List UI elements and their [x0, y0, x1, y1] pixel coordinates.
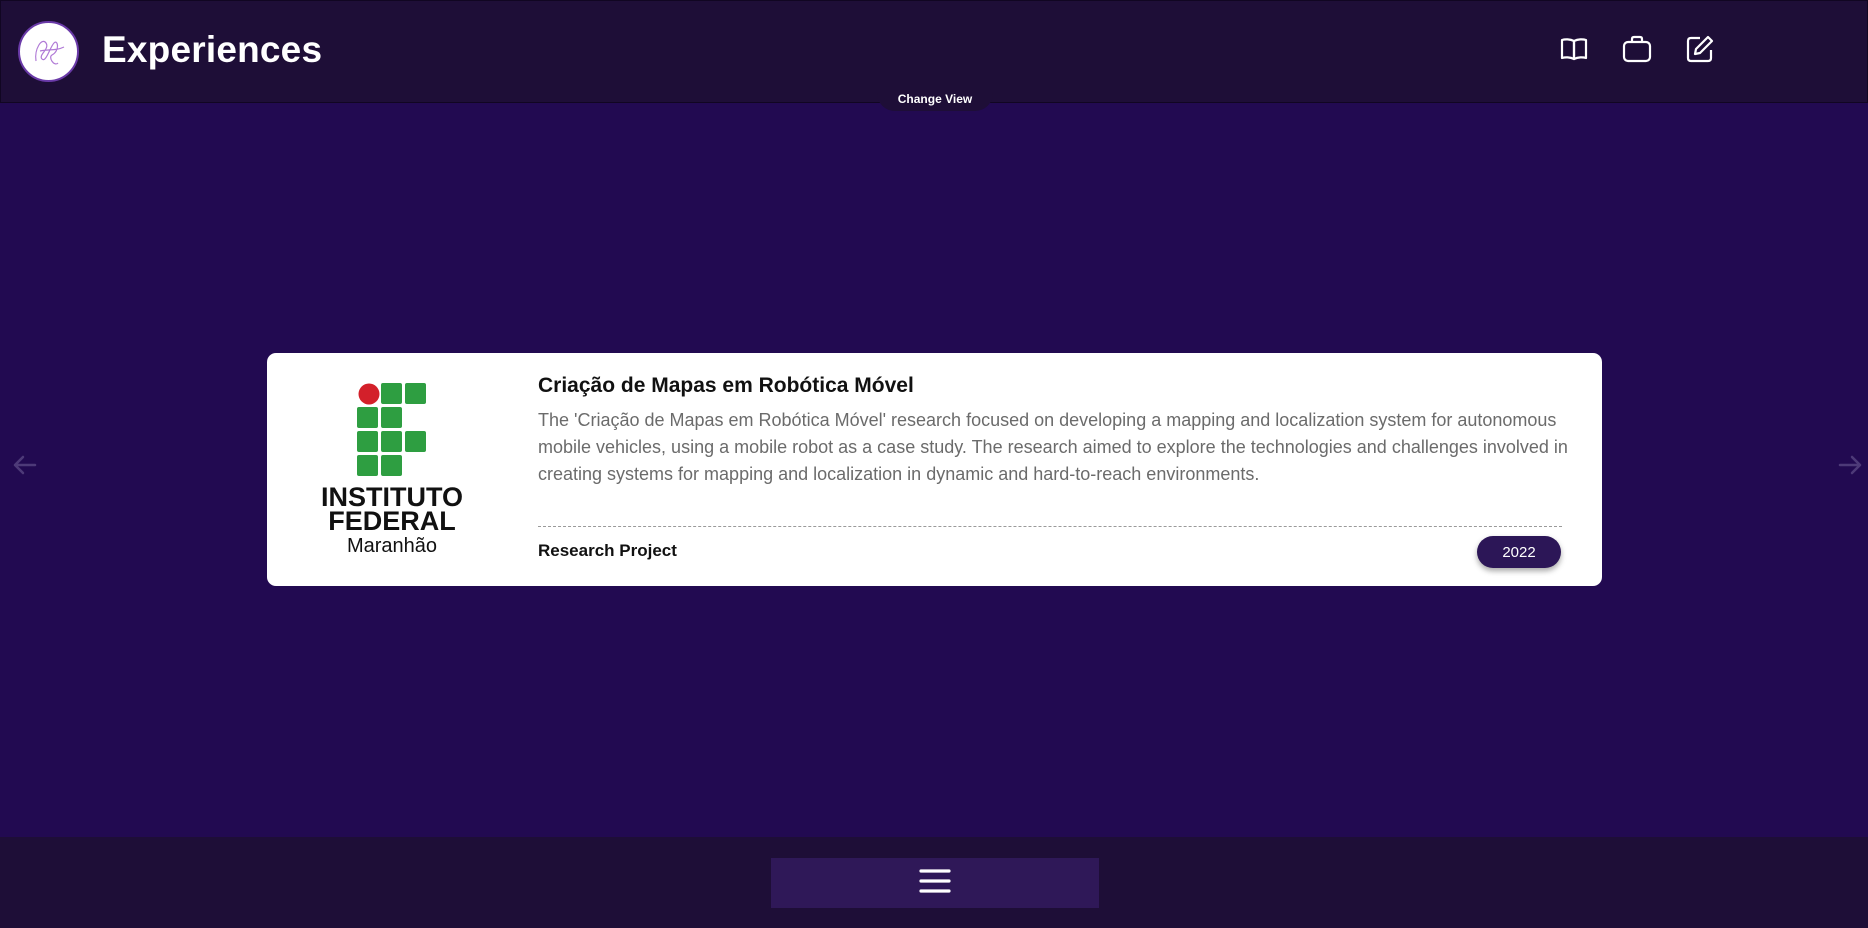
briefcase-icon[interactable]: [1621, 33, 1653, 65]
experience-card[interactable]: INSTITUTO FEDERAL Maranhão Criação de Ma…: [267, 353, 1602, 586]
menu-button[interactable]: [771, 858, 1099, 908]
book-open-icon[interactable]: [1558, 33, 1590, 65]
logo-line-3: Maranhão: [347, 535, 437, 557]
edit-note-icon[interactable]: [1684, 33, 1716, 65]
experience-title: Criação de Mapas em Robótica Móvel: [538, 374, 914, 397]
experience-description: The 'Criação de Mapas em Robótica Móvel'…: [538, 410, 1568, 484]
hamburger-menu-icon: [918, 867, 952, 900]
experience-type: Research Project: [538, 541, 677, 560]
institute-logo: INSTITUTO FEDERAL Maranhão: [317, 381, 467, 561]
bottom-bar: [0, 837, 1868, 928]
change-view-button[interactable]: Change View: [877, 87, 993, 111]
divider: [538, 526, 1562, 527]
page-title: Experiences: [102, 29, 323, 70]
logo-line-2: FEDERAL: [328, 506, 456, 536]
signature-logo-icon[interactable]: [18, 21, 79, 82]
year-badge: 2022: [1477, 536, 1561, 568]
arrow-left-icon[interactable]: [10, 450, 40, 480]
arrow-right-icon[interactable]: [1835, 450, 1865, 480]
